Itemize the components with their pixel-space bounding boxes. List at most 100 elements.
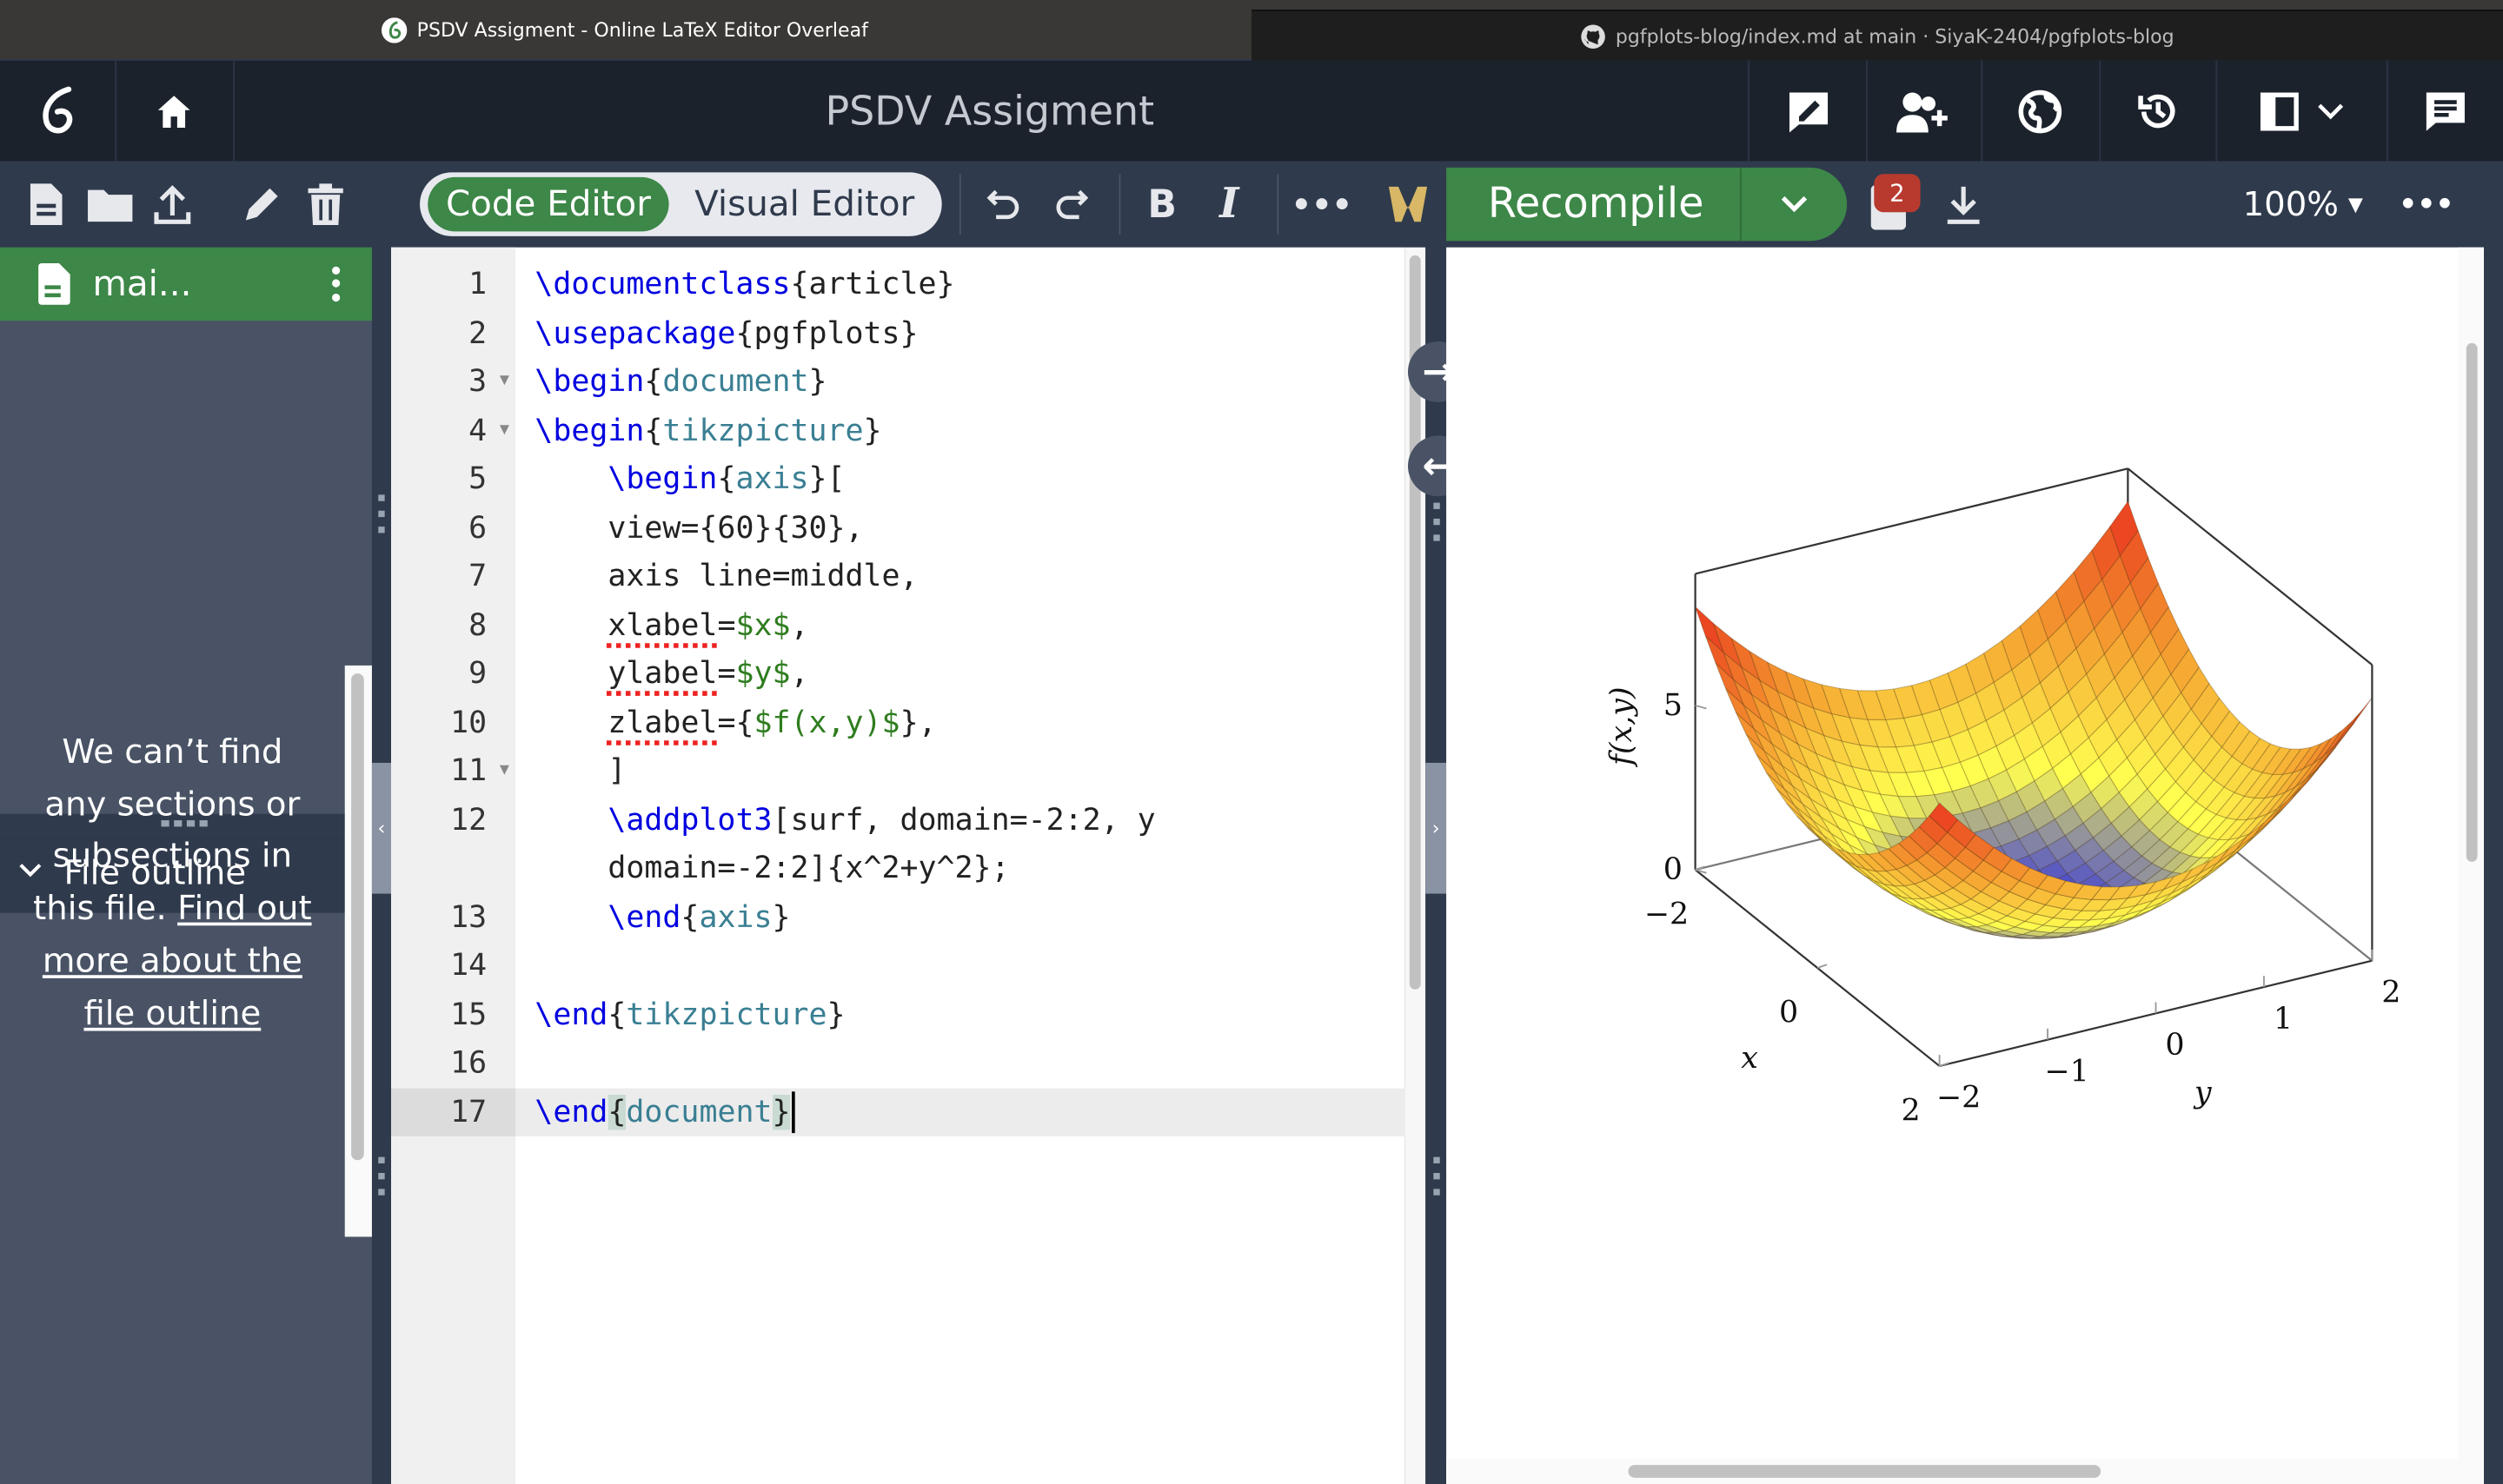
x-axis-label: x [1741, 1041, 1758, 1076]
fold-toggle-icon[interactable]: ▼ [500, 747, 509, 796]
home-button[interactable] [115, 60, 236, 162]
scrollbar-thumb[interactable] [2466, 342, 2478, 862]
editor-toolbar: Code Editor Visual Editor B I ••• Recomp… [0, 161, 2503, 248]
redo-button[interactable] [1051, 181, 1092, 229]
browser-tab-github[interactable]: pgfplots-blog/index.md at main · SiyaK-2… [1252, 10, 2503, 61]
history-button[interactable] [2099, 60, 2218, 162]
more-formatting-button[interactable]: ••• [1291, 181, 1352, 229]
rename-button[interactable] [240, 181, 284, 229]
project-title[interactable]: PSDV Assigment [233, 61, 1746, 162]
sidebar-resize-handle[interactable]: ‹ [371, 247, 392, 1484]
code-line[interactable]: 13 \end{axis} [391, 893, 1404, 942]
code-line[interactable]: 9 ylabel=$y$, [391, 650, 1404, 699]
code-text: axis line=middle, [515, 553, 1358, 601]
code-line[interactable]: 6 view={60}{30}, [391, 503, 1404, 552]
new-file-button[interactable] [25, 181, 67, 229]
code-line[interactable]: 16 ​ [391, 1039, 1404, 1088]
collapse-sidebar-button[interactable]: ‹ [371, 762, 392, 894]
code-token: \documentclass [534, 266, 791, 302]
undo-button[interactable] [983, 181, 1025, 229]
download-pdf-button[interactable] [1942, 181, 1984, 229]
code-line[interactable]: 10 zlabel={$f(x,y)$}, [391, 699, 1404, 747]
code-line[interactable]: 15 \end{tikzpicture} [391, 990, 1404, 1039]
layout-button[interactable] [2215, 60, 2388, 162]
recompile-label: Recompile [1487, 180, 1704, 229]
code-token: ={ [717, 704, 754, 740]
chevron-left-icon: ‹ [377, 817, 386, 840]
code-token: } [772, 1094, 791, 1130]
code-token: xlabel [607, 606, 718, 643]
editor-scrollbar[interactable] [1404, 247, 1426, 1484]
zoom-select[interactable]: 100% ▼ [2243, 181, 2363, 229]
file-tree-item-main[interactable]: mai... [0, 247, 372, 321]
pdf-preview[interactable]: −2 0 2 −2 −1 0 1 2 0 5 x y f(x,y) [1446, 247, 2484, 1484]
code-lines[interactable]: 1 \documentclass{article} 2 \usepackage{pgf… [391, 260, 1405, 1136]
review-button[interactable] [1748, 60, 1868, 162]
editor-mode-toggle[interactable]: Code Editor Visual Editor [420, 172, 942, 236]
code-line[interactable]: 5 \begin{axis}[ [391, 454, 1404, 503]
z-tick-label: 5 [1663, 688, 1683, 723]
code-line[interactable]: 2 \usepackage{pgfplots} [391, 308, 1404, 357]
code-line[interactable]: 17 \end{document} [391, 1087, 1405, 1136]
code-line[interactable]: 3 ▼ \begin{document} [391, 357, 1404, 406]
writefull-button[interactable] [1385, 181, 1430, 229]
scrollbar-thumb[interactable] [351, 673, 364, 1161]
code-editor[interactable]: 1 \documentclass{article} 2 \usepackage{pgf… [391, 247, 1405, 1484]
line-number: 5 [468, 460, 488, 497]
code-token: { [607, 997, 627, 1032]
pdf-horizontal-scrollbar[interactable] [1446, 1458, 2484, 1484]
line-number: 13 [450, 899, 488, 935]
code-text: \end{document} [515, 1088, 1358, 1136]
browser-tab-overleaf[interactable]: PSDV Assigment - Online LaTeX Editor Ove… [0, 0, 1251, 59]
outline-scrollbar[interactable] [344, 665, 372, 1237]
publish-button[interactable] [1981, 60, 2101, 162]
file-outline-body: We can’t find any sections or subsection… [0, 666, 345, 1237]
code-token: \usepackage [534, 315, 736, 351]
italic-button[interactable]: I [1210, 181, 1248, 229]
code-line[interactable]: 11 ▼ ] [391, 747, 1404, 796]
line-number: 17 [391, 1087, 516, 1136]
file-menu-button[interactable] [319, 263, 351, 305]
recompile-button[interactable]: Recompile [1446, 167, 1848, 242]
fold-toggle-icon[interactable]: ▼ [500, 406, 509, 454]
folder-icon [88, 189, 133, 222]
text-cursor [792, 1091, 796, 1134]
code-text: ​ [515, 1039, 1358, 1088]
line-number: 3 ▼ [391, 357, 515, 406]
trash-icon [308, 183, 343, 225]
visual-editor-tab[interactable]: Visual Editor [675, 177, 934, 231]
z-tick [1695, 704, 1707, 710]
code-line[interactable]: 1 \documentclass{article} [391, 260, 1404, 308]
code-token: $f(x,y)$ [754, 704, 900, 740]
recompile-options-button[interactable] [1742, 168, 1847, 241]
pdf-more-button[interactable]: ••• [2399, 181, 2453, 229]
code-token: , [790, 606, 809, 643]
redo-icon [1056, 189, 1089, 220]
code-text: zlabel={$f(x,y)$}, [515, 699, 1358, 747]
bold-button[interactable]: B [1143, 181, 1181, 229]
code-line[interactable]: 14 ​ [391, 942, 1404, 990]
scrollbar-thumb[interactable] [1628, 1465, 2101, 1478]
code-line[interactable]: 12 \addplot3[surf, domain=-2:2, y domain… [391, 796, 1404, 893]
y-axis-label: y [2193, 1076, 2213, 1110]
delete-button[interactable] [303, 181, 348, 229]
code-line[interactable]: 4 ▼ \begin{tikzpicture} [391, 406, 1404, 454]
writefull-icon [1388, 186, 1428, 222]
code-line[interactable]: 8 xlabel=$x$, [391, 601, 1404, 650]
x-tick-label: −2 [1644, 897, 1689, 931]
collapse-pdf-button[interactable]: › [1425, 762, 1447, 894]
upload-button[interactable] [150, 181, 195, 229]
code-token: } [827, 997, 846, 1032]
chat-button[interactable] [2387, 61, 2503, 162]
code-editor-tab[interactable]: Code Editor [428, 176, 669, 232]
overleaf-logo[interactable] [0, 60, 117, 162]
fold-toggle-icon[interactable]: ▼ [500, 357, 509, 406]
code-token: zlabel [607, 704, 718, 740]
share-button[interactable] [1864, 60, 1983, 162]
pdf-resize-handle[interactable]: › [1425, 247, 1447, 1484]
pdf-scrollbar[interactable] [2458, 247, 2484, 1461]
code-token: { [607, 1094, 627, 1130]
code-line[interactable]: 7 axis line=middle, [391, 553, 1404, 601]
new-folder-button[interactable] [86, 181, 134, 229]
